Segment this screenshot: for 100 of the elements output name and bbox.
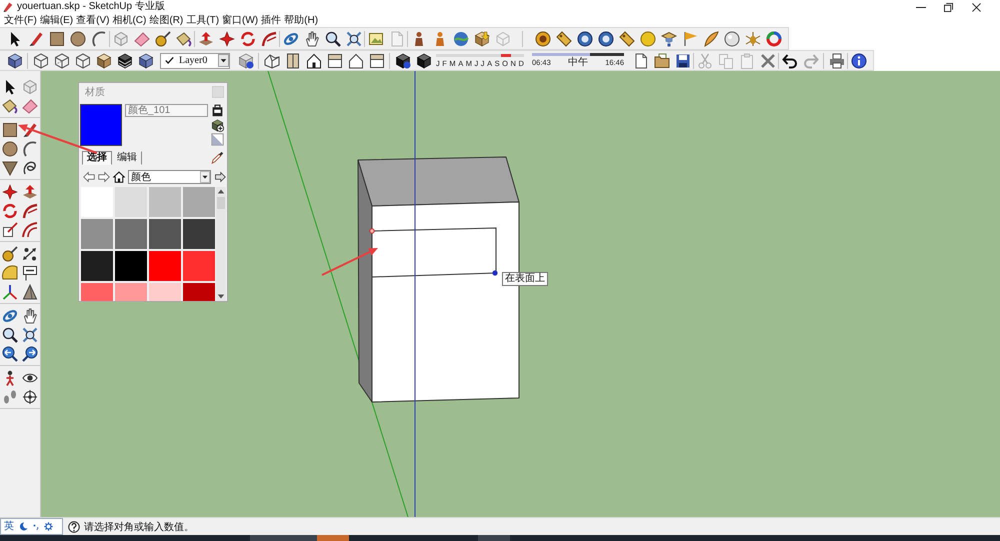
round-badge-icon[interactable] xyxy=(598,30,614,46)
color-swatch-icon[interactable] xyxy=(183,187,215,217)
cube-dot-icon[interactable] xyxy=(394,52,410,68)
window-icon[interactable] xyxy=(368,52,384,68)
info-icon[interactable] xyxy=(850,52,866,68)
menu-item[interactable]: 查看(V) xyxy=(75,14,110,27)
tape-measure-icon[interactable] xyxy=(2,246,18,262)
collection-dropdown[interactable]: 颜色 xyxy=(128,170,211,184)
push-pull-icon[interactable] xyxy=(22,184,38,200)
punctuation-icon[interactable] xyxy=(33,524,39,530)
cube-icon[interactable] xyxy=(416,52,432,68)
menu-item[interactable]: 窗口(W) xyxy=(221,14,260,27)
hand-icon[interactable] xyxy=(22,308,38,324)
rotate-icon[interactable] xyxy=(2,202,18,218)
color-swatch-icon[interactable] xyxy=(81,283,113,301)
color-swatch-icon[interactable] xyxy=(81,251,113,281)
material-name-field[interactable]: 颜色_101 xyxy=(125,104,208,117)
color-swatch-icon[interactable] xyxy=(115,283,147,301)
home-icon[interactable] xyxy=(113,170,125,182)
folder-icon[interactable] xyxy=(654,52,670,68)
flag-icon[interactable] xyxy=(682,30,698,46)
arc-icon[interactable] xyxy=(22,140,38,156)
color-swatch-icon[interactable] xyxy=(149,251,181,281)
square-icon[interactable] xyxy=(48,30,64,46)
ring-icon[interactable] xyxy=(766,30,782,46)
menu-item[interactable]: 编辑(E) xyxy=(38,14,74,27)
next-view-icon[interactable] xyxy=(22,346,38,362)
menu-item[interactable]: 工具(T) xyxy=(185,14,220,27)
color-swatch-icon[interactable] xyxy=(115,251,147,281)
menu-item[interactable]: 文件(F) xyxy=(3,14,38,27)
double-arc-icon[interactable] xyxy=(22,222,38,238)
push-pull-icon[interactable] xyxy=(198,30,214,46)
tape-measure-icon[interactable] xyxy=(154,30,170,46)
orbit-icon[interactable] xyxy=(2,308,18,324)
crosshair-icon[interactable] xyxy=(22,388,38,404)
scale-icon[interactable] xyxy=(2,222,18,238)
globe-icon[interactable] xyxy=(452,30,468,46)
house-icon[interactable] xyxy=(348,52,364,68)
minimize-icon[interactable] xyxy=(916,6,926,8)
house-icon[interactable] xyxy=(264,52,280,68)
leaf-icon[interactable] xyxy=(702,30,718,46)
cube-dot-icon[interactable] xyxy=(238,52,254,68)
scroll-thumb[interactable] xyxy=(217,197,225,209)
lamp-icon[interactable] xyxy=(660,30,676,46)
color-swatch-icon[interactable] xyxy=(183,283,215,301)
arrow-right-icon[interactable] xyxy=(214,170,226,182)
color-swatch-icon[interactable] xyxy=(183,251,215,281)
color-swatch-icon[interactable] xyxy=(115,219,147,249)
sphere-icon[interactable] xyxy=(724,30,740,46)
delete-icon[interactable] xyxy=(760,52,776,68)
dimension-icon[interactable] xyxy=(22,246,38,262)
page-icon[interactable] xyxy=(632,52,648,68)
color-swatch-icon[interactable] xyxy=(81,219,113,249)
layer-dropdown[interactable]: Layer0 xyxy=(160,52,230,68)
cube-plus-icon[interactable] xyxy=(211,118,224,132)
menu-item[interactable]: 绘图(R) xyxy=(148,14,184,27)
save-icon[interactable] xyxy=(674,52,690,68)
rotate-icon[interactable] xyxy=(240,30,256,46)
clipboard-icon[interactable] xyxy=(738,52,754,68)
curve-icon[interactable] xyxy=(260,30,276,46)
color-swatch-icon[interactable] xyxy=(149,283,181,301)
arrow-right-icon[interactable] xyxy=(98,170,110,182)
scrollbar[interactable] xyxy=(216,187,226,301)
arc-icon[interactable] xyxy=(90,30,106,46)
bug-icon[interactable] xyxy=(744,30,760,46)
sign-icon[interactable] xyxy=(22,264,38,280)
menu-item[interactable]: 帮助(H) xyxy=(283,14,320,27)
cube-icon[interactable] xyxy=(138,52,154,68)
color-swatch-icon[interactable] xyxy=(149,187,181,217)
time-slider-track[interactable] xyxy=(532,52,624,56)
eraser-icon[interactable] xyxy=(134,30,150,46)
picture-icon[interactable] xyxy=(368,30,384,46)
tab[interactable]: 选择 xyxy=(82,151,112,165)
pencil-icon[interactable] xyxy=(28,30,44,46)
circle-icon[interactable] xyxy=(2,140,18,156)
zoom-icon[interactable] xyxy=(2,326,18,342)
caret-down-icon[interactable] xyxy=(218,54,229,67)
pyramid-icon[interactable] xyxy=(22,284,38,300)
zoom-extents-icon[interactable] xyxy=(346,30,362,46)
curve-icon[interactable] xyxy=(22,202,38,218)
round-badge-icon[interactable] xyxy=(534,30,550,46)
drawing-canvas[interactable] xyxy=(41,71,1000,517)
zoom-icon[interactable] xyxy=(324,30,340,46)
close-icon[interactable] xyxy=(972,2,981,12)
tag-icon[interactable] xyxy=(618,30,634,46)
color-swatch-icon[interactable] xyxy=(149,219,181,249)
arrow-left-icon[interactable] xyxy=(83,170,95,182)
caret-up-icon[interactable] xyxy=(217,189,225,194)
triangle-icon[interactable] xyxy=(2,160,18,176)
menu-item[interactable]: 插件 xyxy=(260,14,282,27)
square-icon[interactable] xyxy=(2,122,18,138)
help-icon[interactable] xyxy=(68,520,80,532)
caret-down-icon[interactable] xyxy=(217,294,225,299)
color-swatch-icon[interactable] xyxy=(183,219,215,249)
house-icon[interactable] xyxy=(306,52,322,68)
box-arrow-icon[interactable] xyxy=(474,30,490,46)
orbit-icon[interactable] xyxy=(282,30,298,46)
wireframe-cube-icon[interactable] xyxy=(74,52,90,68)
printer-icon[interactable] xyxy=(828,52,844,68)
protractor-icon[interactable] xyxy=(2,264,18,280)
